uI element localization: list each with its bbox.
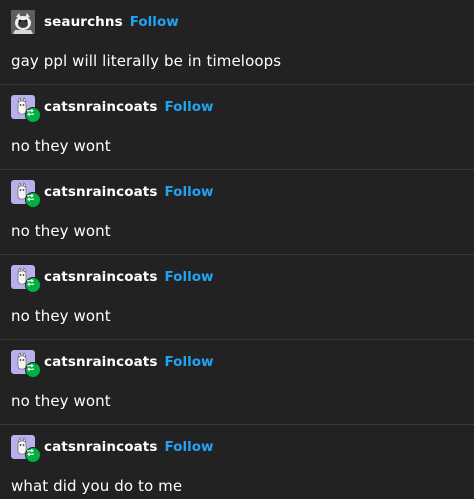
- follow-button[interactable]: Follow: [165, 184, 214, 200]
- avatar[interactable]: [11, 350, 41, 378]
- follow-button[interactable]: Follow: [165, 439, 214, 455]
- post-body: no they wont: [11, 392, 111, 410]
- reblog-icon: [25, 277, 41, 293]
- post: catsnraincoats Follow what did you do to…: [0, 425, 474, 499]
- reblog-icon: [25, 362, 41, 378]
- username[interactable]: catsnraincoats: [44, 184, 158, 200]
- follow-button[interactable]: Follow: [165, 354, 214, 370]
- post-header: catsnraincoats Follow: [11, 434, 474, 463]
- post-body: no they wont: [11, 137, 111, 155]
- post-body: gay ppl will literally be in timeloops: [11, 52, 282, 70]
- username[interactable]: catsnraincoats: [44, 354, 158, 370]
- post: catsnraincoats Follow no they wont: [0, 85, 474, 170]
- username[interactable]: catsnraincoats: [44, 99, 158, 115]
- avatar[interactable]: [11, 265, 41, 293]
- reblog-icon: [25, 192, 41, 208]
- cat-avatar-icon: [11, 10, 35, 34]
- post: catsnraincoats Follow no they wont: [0, 255, 474, 340]
- post-body: what did you do to me: [11, 477, 183, 495]
- post-body: no they wont: [11, 222, 111, 240]
- reblog-icon: [25, 447, 41, 463]
- avatar[interactable]: [11, 10, 35, 34]
- post: catsnraincoats Follow no they wont: [0, 340, 474, 425]
- reblog-icon: [25, 107, 41, 123]
- post-header: seaurchns Follow: [11, 9, 474, 35]
- follow-button[interactable]: Follow: [165, 99, 214, 115]
- post-header: catsnraincoats Follow: [11, 264, 474, 293]
- post-header: catsnraincoats Follow: [11, 179, 474, 208]
- reblog-thread: seaurchns Follow gay ppl will literally …: [0, 0, 474, 499]
- username[interactable]: catsnraincoats: [44, 439, 158, 455]
- username[interactable]: seaurchns: [44, 14, 123, 30]
- follow-button[interactable]: Follow: [130, 14, 179, 30]
- post-body: no they wont: [11, 307, 111, 325]
- post: seaurchns Follow gay ppl will literally …: [0, 0, 474, 85]
- avatar[interactable]: [11, 95, 41, 123]
- post: catsnraincoats Follow no they wont: [0, 170, 474, 255]
- avatar[interactable]: [11, 435, 41, 463]
- follow-button[interactable]: Follow: [165, 269, 214, 285]
- post-header: catsnraincoats Follow: [11, 94, 474, 123]
- post-header: catsnraincoats Follow: [11, 349, 474, 378]
- avatar[interactable]: [11, 180, 41, 208]
- username[interactable]: catsnraincoats: [44, 269, 158, 285]
